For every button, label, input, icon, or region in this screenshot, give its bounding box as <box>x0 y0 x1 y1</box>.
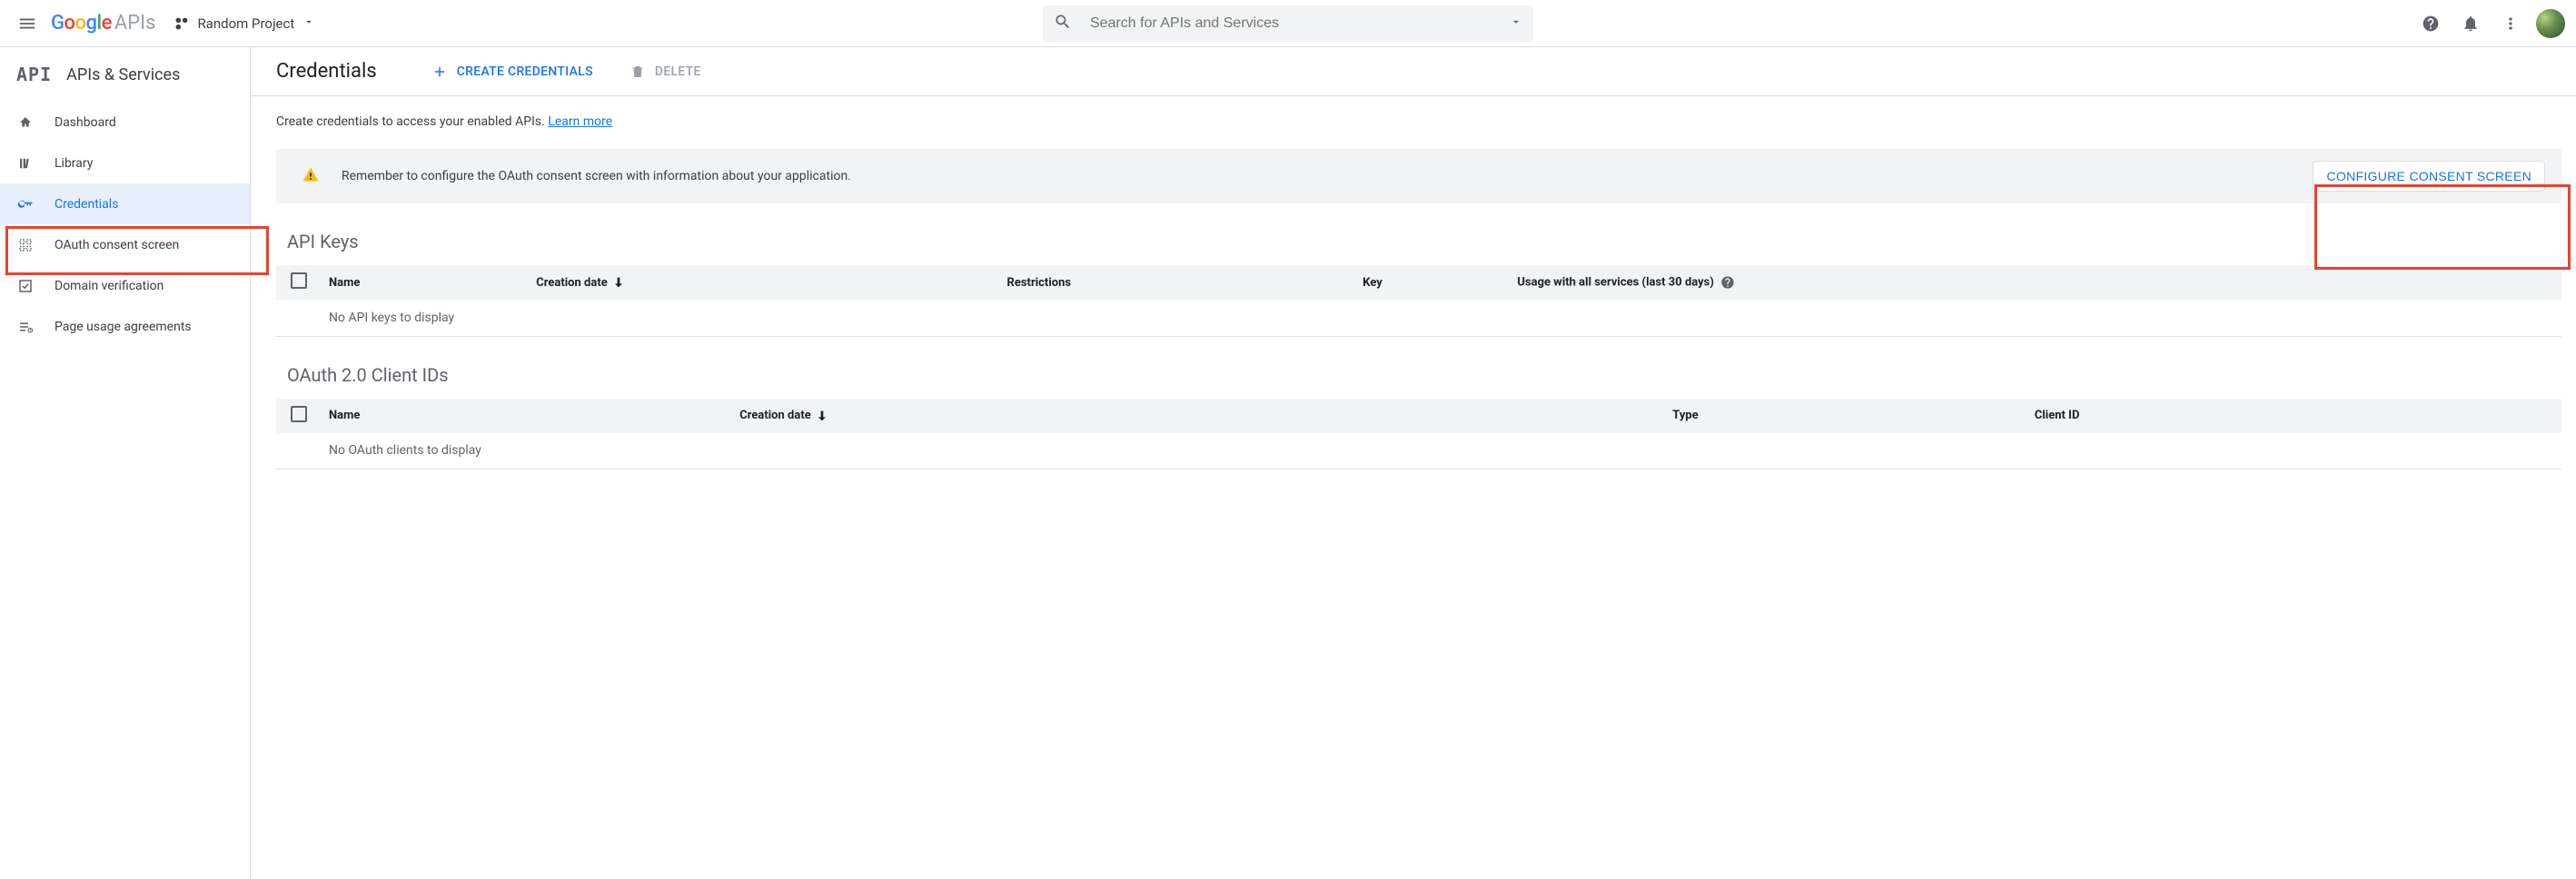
google-wordmark: Google <box>51 12 112 35</box>
oauth-clients-heading: OAuth 2.0 Client IDs <box>276 364 2561 386</box>
project-icon <box>172 14 192 34</box>
usage-help[interactable] <box>1717 275 1735 289</box>
sidebar-section-title: APIs & Services <box>66 65 180 84</box>
more-vert-icon <box>2502 15 2520 33</box>
api-keys-section: API Keys Name Creation date <box>276 231 2561 337</box>
apis-text: APIs <box>114 12 156 35</box>
sidebar-item-label: Dashboard <box>54 115 116 130</box>
sidebar-item-credentials[interactable]: Credentials <box>0 183 250 224</box>
sort-desc-icon <box>815 409 829 423</box>
warning-icon <box>302 165 320 187</box>
main-content: Credentials Create Credentials Delete Cr… <box>251 47 2576 879</box>
create-credentials-label: Create Credentials <box>457 64 593 79</box>
intro-text: Create credentials to access your enable… <box>276 114 548 129</box>
trash-icon <box>629 64 646 80</box>
bell-icon <box>2462 15 2480 33</box>
oauth-clients-section: OAuth 2.0 Client IDs Name Creation date <box>276 364 2561 470</box>
banner-message: Remember to configure the OAuth consent … <box>342 169 2313 183</box>
col-creation-date[interactable]: Creation date <box>732 399 1665 433</box>
sidebar-title: API APIs & Services <box>0 56 250 102</box>
create-credentials-button[interactable]: Create Credentials <box>431 64 593 80</box>
notifications-button[interactable] <box>2452 5 2489 42</box>
empty-api-keys: No API keys to display <box>322 300 2561 336</box>
sidebar-item-oauth-consent[interactable]: OAuth consent screen <box>0 224 250 265</box>
empty-oauth-clients: No OAuth clients to display <box>322 433 2561 469</box>
table-row-empty: No API keys to display <box>276 300 2561 336</box>
delete-button: Delete <box>629 64 701 80</box>
project-selector[interactable]: Random Project <box>172 14 314 34</box>
consent-banner: Remember to configure the OAuth consent … <box>276 149 2561 203</box>
sidebar-item-label: OAuth consent screen <box>54 238 179 252</box>
project-name: Random Project <box>197 15 294 32</box>
sidebar-item-label: Domain verification <box>54 279 163 293</box>
page-title: Credentials <box>276 60 377 83</box>
caret-down-icon <box>1510 15 1522 28</box>
header-right <box>2413 5 2565 42</box>
search-icon <box>1054 13 1072 35</box>
menu-button[interactable] <box>9 5 45 42</box>
sidebar-item-dashboard[interactable]: Dashboard <box>0 102 250 143</box>
google-apis-logo[interactable]: Google APIs <box>51 12 155 35</box>
api-keys-table: Name Creation date Restrictions Key Usag <box>276 265 2561 337</box>
col-creation-date[interactable]: Creation date <box>529 265 999 300</box>
col-name[interactable]: Name <box>322 399 732 433</box>
sidebar-item-label: Page usage agreements <box>54 320 192 334</box>
col-key[interactable]: Key <box>1355 265 1510 300</box>
help-icon <box>1720 275 1735 290</box>
table-row-empty: No OAuth clients to display <box>276 433 2561 469</box>
col-restrictions[interactable]: Restrictions <box>1000 265 1356 300</box>
project-dropdown-caret <box>303 16 314 31</box>
verify-icon <box>16 277 35 295</box>
oauth-clients-table: Name Creation date Type Client ID <box>276 399 2561 470</box>
top-header: Google APIs Random Project <box>0 0 2576 47</box>
delete-label: Delete <box>655 64 701 79</box>
sidebar-item-library[interactable]: Library <box>0 143 250 183</box>
intro-text-row: Create credentials to access your enable… <box>276 114 2561 129</box>
api-keys-heading: API Keys <box>276 231 2561 252</box>
page-header: Credentials Create Credentials Delete <box>251 60 2576 96</box>
help-button[interactable] <box>2413 5 2449 42</box>
dashboard-icon <box>16 114 35 132</box>
sidebar-item-label: Library <box>54 156 93 171</box>
sidebar-item-page-usage[interactable]: Page usage agreements <box>0 306 250 347</box>
search-expand[interactable] <box>1510 15 1522 32</box>
sidebar-item-domain-verification[interactable]: Domain verification <box>0 265 250 306</box>
library-icon <box>16 154 35 173</box>
avatar[interactable] <box>2536 9 2565 38</box>
help-icon <box>2422 15 2440 33</box>
col-type[interactable]: Type <box>1665 399 2027 433</box>
configure-consent-button[interactable]: CONFIGURE CONSENT SCREEN <box>2313 161 2545 192</box>
more-button[interactable] <box>2492 5 2529 42</box>
caret-down-icon <box>303 16 314 27</box>
sort-desc-icon <box>611 275 626 290</box>
search-bar[interactable] <box>1043 5 1533 42</box>
search-input[interactable] <box>1090 15 1510 32</box>
col-client-id[interactable]: Client ID <box>2027 399 2561 433</box>
api-mark-icon: API <box>16 64 52 85</box>
col-usage[interactable]: Usage with all services (last 30 days) <box>1510 265 2561 300</box>
sidebar: API APIs & Services Dashboard Library Cr… <box>0 47 251 879</box>
hamburger-icon <box>17 14 37 34</box>
page-usage-icon <box>16 318 35 336</box>
sidebar-item-label: Credentials <box>54 197 118 212</box>
select-all-checkbox[interactable] <box>291 272 307 289</box>
consent-icon <box>16 236 35 254</box>
key-icon <box>16 195 35 213</box>
plus-icon <box>431 64 448 80</box>
col-name[interactable]: Name <box>322 265 529 300</box>
select-all-checkbox[interactable] <box>291 406 307 422</box>
learn-more-link[interactable]: Learn more <box>548 114 612 129</box>
